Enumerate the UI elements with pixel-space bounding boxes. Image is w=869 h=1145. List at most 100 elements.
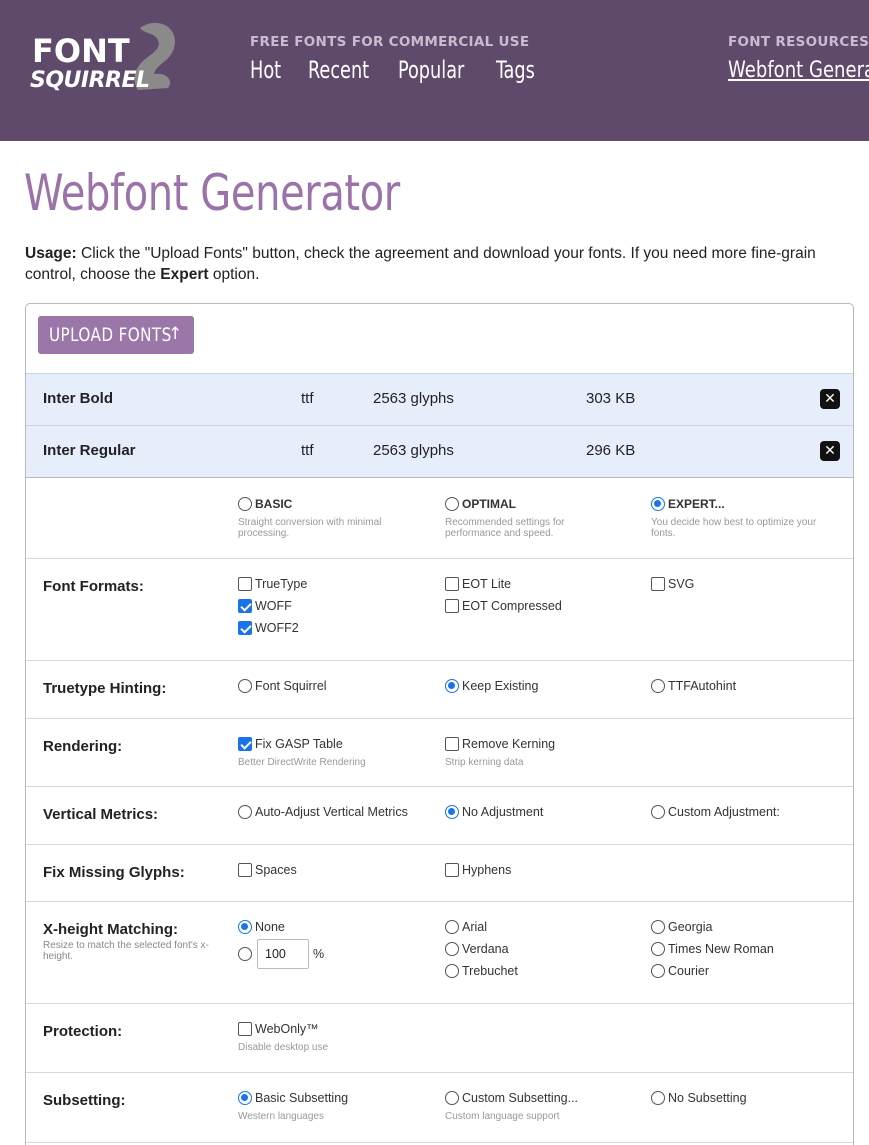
format-woff-checkbox[interactable] — [238, 599, 252, 613]
hinting-keep-existing-option[interactable]: Keep Existing — [445, 679, 538, 693]
custom-subsetting-option[interactable]: Custom Subsetting... — [445, 1091, 578, 1105]
format-truetype-label: TrueType — [255, 577, 308, 591]
vm-no-adjustment-option[interactable]: No Adjustment — [445, 805, 543, 819]
xheight-trebuchet-option[interactable]: Trebuchet — [445, 964, 518, 978]
arrow-up-icon: ↑ — [168, 324, 183, 344]
glyph-hyphens-checkbox[interactable] — [445, 863, 459, 877]
vm-auto-adjust-radio[interactable] — [238, 805, 252, 819]
xheight-courier-radio[interactable] — [651, 964, 665, 978]
file-name: Inter Bold — [43, 390, 113, 407]
xheight-georgia-radio[interactable] — [651, 920, 665, 934]
custom-subsetting-desc: Custom language support — [445, 1111, 560, 1122]
vm-custom-option[interactable]: Custom Adjustment: — [651, 805, 780, 819]
file-row: Inter Regular ttf 2563 glyphs 296 KB ✕ — [26, 425, 853, 477]
format-eot-lite-label: EOT Lite — [462, 577, 512, 591]
webonly-checkbox[interactable] — [238, 1022, 252, 1036]
xheight-courier-option[interactable]: Courier — [651, 964, 709, 978]
format-truetype-option[interactable]: TrueType — [238, 577, 307, 591]
hinting-font-squirrel-radio[interactable] — [238, 679, 252, 693]
xheight-unit: % — [313, 947, 325, 961]
nav-hot[interactable]: Hot — [250, 56, 281, 84]
mode-expert-option[interactable]: EXPERT... — [651, 497, 725, 511]
hinting-ttfautohint-option[interactable]: TTFAutohint — [651, 679, 736, 693]
hinting-ttfautohint-radio[interactable] — [651, 679, 665, 693]
format-woff-option[interactable]: WOFF — [238, 599, 292, 613]
file-type: ttf — [301, 442, 314, 459]
webonly-option[interactable]: WebOnly™ — [238, 1022, 319, 1036]
format-woff-label: WOFF — [255, 599, 292, 613]
xheight-arial-radio[interactable] — [445, 920, 459, 934]
nav-tags[interactable]: Tags — [496, 56, 535, 84]
format-svg-checkbox[interactable] — [651, 577, 665, 591]
font-squirrel-logo[interactable]: FONT SQUIRREL — [28, 18, 178, 100]
remove-kerning-option[interactable]: Remove Kerning — [445, 737, 555, 751]
xheight-georgia-label: Georgia — [668, 920, 713, 934]
format-woff2-option[interactable]: WOFF2 — [238, 621, 299, 635]
fix-gasp-desc: Better DirectWrite Rendering — [238, 757, 366, 768]
basic-subsetting-radio[interactable] — [238, 1091, 252, 1105]
xheight-georgia-option[interactable]: Georgia — [651, 920, 712, 934]
glyph-hyphens-option[interactable]: Hyphens — [445, 863, 511, 877]
mode-basic-option[interactable]: BASIC — [238, 497, 292, 511]
glyph-spaces-label: Spaces — [255, 863, 297, 877]
vm-no-adjustment-label: No Adjustment — [462, 805, 544, 819]
mode-optimal-radio[interactable] — [445, 497, 459, 511]
file-name: Inter Regular — [43, 442, 136, 459]
format-eot-lite-option[interactable]: EOT Lite — [445, 577, 511, 591]
page-title: Webfont Generator — [24, 164, 400, 222]
format-eot-lite-checkbox[interactable] — [445, 577, 459, 591]
vm-auto-adjust-label: Auto-Adjust Vertical Metrics — [255, 805, 408, 819]
basic-subsetting-option[interactable]: Basic Subsetting — [238, 1091, 348, 1105]
format-woff2-checkbox[interactable] — [238, 621, 252, 635]
remove-kerning-label: Remove Kerning — [462, 737, 556, 751]
mode-basic-desc: Straight conversion with minimal process… — [238, 517, 382, 539]
xheight-custom-radio[interactable] — [238, 947, 252, 961]
resources-section-label: FONT RESOURCES & — [728, 34, 869, 50]
hinting-keep-existing-radio[interactable] — [445, 679, 459, 693]
upload-fonts-button[interactable]: UPLOAD FONTS ↑ — [38, 316, 194, 354]
format-eot-compressed-checkbox[interactable] — [445, 599, 459, 613]
format-truetype-checkbox[interactable] — [238, 577, 252, 591]
xheight-arial-label: Arial — [462, 920, 488, 934]
xheight-none-option[interactable]: None — [238, 920, 285, 934]
nav-webfont-generator[interactable]: Webfont Generator — [728, 58, 869, 83]
no-subsetting-radio[interactable] — [651, 1091, 665, 1105]
vm-auto-adjust-option[interactable]: Auto-Adjust Vertical Metrics — [238, 805, 408, 819]
mode-expert-radio[interactable] — [651, 497, 665, 511]
mode-optimal-desc: Recommended settings for performance and… — [445, 517, 565, 539]
font-formats-row: Font Formats: TrueType WOFF WOFF2 EOT Li… — [26, 558, 853, 660]
xheight-verdana-radio[interactable] — [445, 942, 459, 956]
webonly-label: WebOnly™ — [255, 1022, 319, 1036]
mode-optimal-option[interactable]: OPTIMAL — [445, 497, 516, 511]
glyph-spaces-option[interactable]: Spaces — [238, 863, 297, 877]
xheight-none-label: None — [255, 920, 285, 934]
fix-gasp-option[interactable]: Fix GASP Table — [238, 737, 343, 751]
xheight-times-option[interactable]: Times New Roman — [651, 942, 774, 956]
no-subsetting-option[interactable]: No Subsetting — [651, 1091, 747, 1105]
rendering-label: Rendering: — [43, 738, 123, 755]
remove-file-icon[interactable]: ✕ — [820, 441, 840, 461]
xheight-times-radio[interactable] — [651, 942, 665, 956]
fix-gasp-checkbox[interactable] — [238, 737, 252, 751]
remove-kerning-checkbox[interactable] — [445, 737, 459, 751]
hinting-keep-existing-label: Keep Existing — [462, 679, 539, 693]
webonly-desc: Disable desktop use — [238, 1042, 329, 1053]
xheight-none-radio[interactable] — [238, 920, 252, 934]
glyph-spaces-checkbox[interactable] — [238, 863, 252, 877]
xheight-arial-option[interactable]: Arial — [445, 920, 487, 934]
xheight-verdana-option[interactable]: Verdana — [445, 942, 509, 956]
subsetting-row: Subsetting: Basic Subsetting Western lan… — [26, 1072, 853, 1142]
remove-file-icon[interactable]: ✕ — [820, 389, 840, 409]
nav-popular[interactable]: Popular — [398, 56, 464, 84]
format-eot-compressed-option[interactable]: EOT Compressed — [445, 599, 562, 613]
usage-label: Usage: — [25, 245, 77, 262]
vm-no-adjustment-radio[interactable] — [445, 805, 459, 819]
hinting-font-squirrel-option[interactable]: Font Squirrel — [238, 679, 327, 693]
vm-custom-radio[interactable] — [651, 805, 665, 819]
custom-subsetting-radio[interactable] — [445, 1091, 459, 1105]
nav-recent[interactable]: Recent — [308, 56, 369, 84]
xheight-trebuchet-radio[interactable] — [445, 964, 459, 978]
mode-basic-radio[interactable] — [238, 497, 252, 511]
format-svg-option[interactable]: SVG — [651, 577, 694, 591]
xheight-percent-input[interactable]: 100 — [257, 939, 309, 969]
